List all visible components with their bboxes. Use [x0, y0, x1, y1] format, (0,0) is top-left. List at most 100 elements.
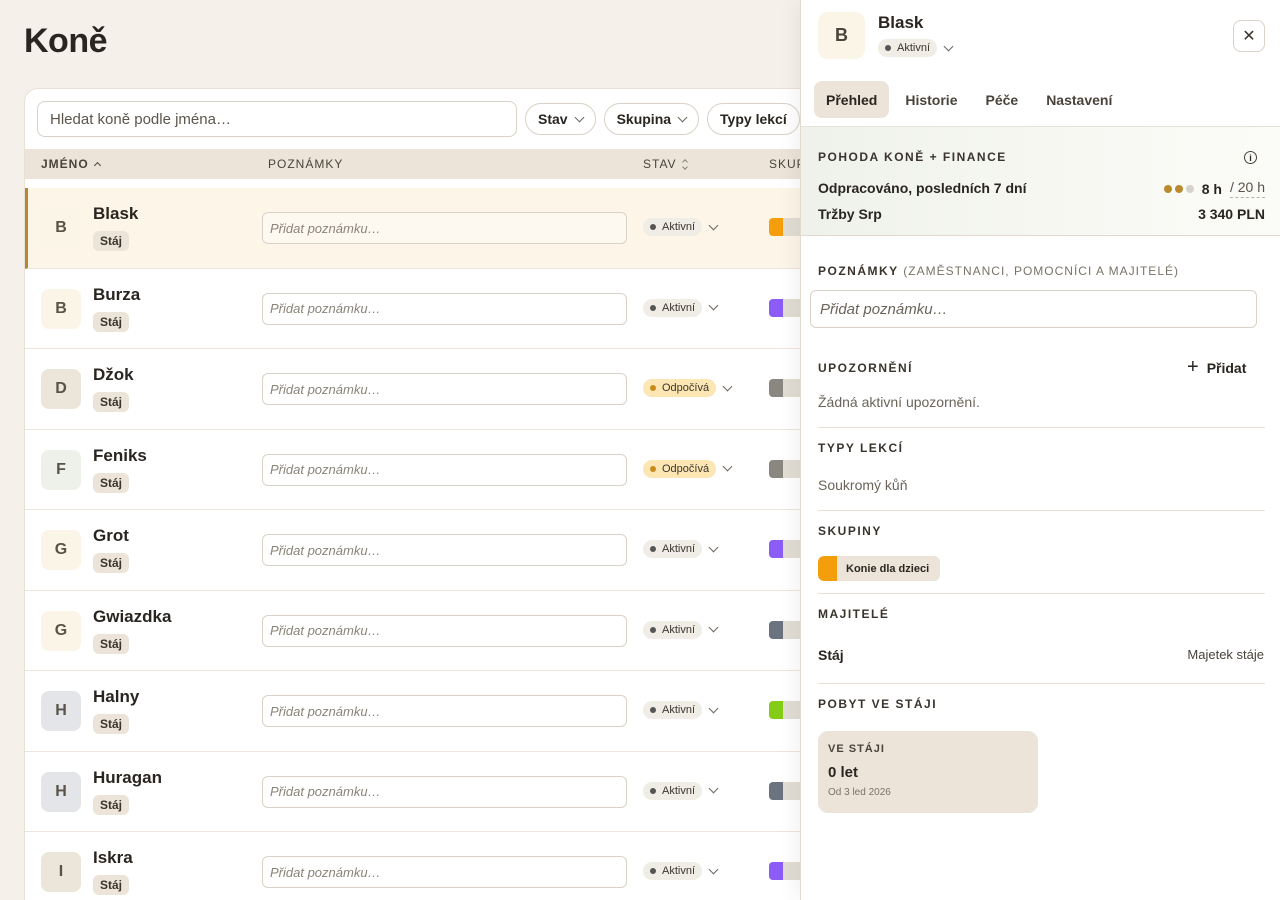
status-label: Aktivní [662, 784, 696, 797]
stable-tag: Stáj [93, 311, 130, 332]
stable-tag: Stáj [93, 794, 130, 815]
status-dropdown[interactable]: Aktivní [878, 39, 954, 57]
column-header-name[interactable]: JMÉNO [41, 157, 101, 171]
stable-tag: Stáj [93, 231, 130, 251]
status-dot-icon [650, 224, 656, 230]
tab-settings[interactable]: Nastavení [1034, 81, 1124, 118]
close-button[interactable]: ✕ [1233, 20, 1265, 52]
status-dropdown[interactable]: Aktivní [643, 701, 719, 719]
toolbar: Stav Skupina Typy lekcí [37, 101, 800, 137]
finance-section: POHODA KONĚ + FINANCE i Odpracováno, pos… [801, 126, 1280, 236]
note-input[interactable] [262, 453, 627, 486]
status-dot-icon [650, 304, 656, 311]
note-input[interactable] [262, 212, 627, 244]
note-input[interactable] [262, 373, 627, 405]
status-badge: Aktivní [643, 218, 703, 236]
chevron-down-icon [677, 112, 688, 122]
group-color-swatch [769, 218, 783, 236]
status-label: Odpočívá [662, 382, 710, 394]
worked-hours: 8 h [1201, 180, 1222, 197]
column-header-label: JMÉNO [41, 157, 89, 171]
tab-history[interactable]: Historie [893, 81, 969, 118]
note-input[interactable] [262, 614, 627, 647]
status-dropdown[interactable]: Aktivní [643, 620, 719, 639]
filter-status-button[interactable]: Stav [525, 103, 596, 135]
status-label: Aktivní [662, 543, 696, 555]
group-chip[interactable]: Konie dla dzieci [818, 556, 941, 581]
lesson-type-value: Soukromý kůň [818, 477, 908, 493]
status-label: Odpočívá [662, 462, 710, 475]
search-input[interactable] [37, 101, 517, 137]
worked-value: 8 h / 20 h [1163, 179, 1265, 198]
stable-tag: Stáj [93, 633, 130, 654]
status-dropdown[interactable]: Odpočívá [643, 379, 733, 397]
status-badge: Aktivní [643, 701, 703, 719]
note-input[interactable] [262, 534, 627, 566]
tab-care[interactable]: Péče [973, 81, 1030, 118]
status-dot-icon [650, 385, 656, 391]
chevron-down-icon [708, 300, 719, 311]
status-badge: Aktivní [643, 298, 703, 317]
workload-dots-icon [1163, 184, 1194, 193]
worked-label: Odpracováno, posledních 7 dní [818, 180, 1027, 196]
chevron-down-icon [722, 381, 733, 391]
owner-name: Stáj [818, 647, 844, 663]
group-color-swatch [818, 556, 837, 581]
filter-lesson-types-button[interactable]: Typy lekcí [707, 103, 800, 135]
note-input[interactable] [262, 695, 627, 727]
avatar: H [41, 691, 81, 731]
avatar: B [41, 208, 81, 248]
status-label: Aktivní [662, 301, 696, 314]
filter-group-button[interactable]: Skupina [603, 103, 700, 135]
status-badge: Odpočívá [643, 379, 717, 397]
avatar: F [41, 449, 81, 490]
status-badge: Aktivní [878, 39, 938, 57]
status-dropdown[interactable]: Aktivní [643, 781, 719, 800]
status-dropdown[interactable]: Odpočívá [643, 459, 733, 478]
add-alert-button[interactable]: + Přidat [1187, 357, 1247, 377]
note-input[interactable] [262, 856, 627, 888]
note-input[interactable] [262, 775, 627, 808]
column-header-label: POZNÁMKY [268, 157, 344, 171]
group-color-swatch [769, 781, 783, 800]
status-dot-icon [885, 45, 891, 51]
horse-name: Gwiazdka [93, 606, 172, 626]
notes-section-title: POZNÁMKY (ZAMĚSTNANCI, POMOCNÍCI A MAJIT… [818, 264, 1179, 278]
stay-duration: 0 let [828, 764, 859, 781]
stay-since: Od 3 led 2026 [828, 787, 891, 798]
chevron-down-icon [574, 112, 585, 122]
avatar: H [41, 771, 81, 812]
groups-section-title: SKUPINY [818, 524, 882, 538]
close-icon: ✕ [1242, 28, 1256, 45]
status-label: Aktivní [662, 623, 696, 636]
status-dropdown[interactable]: Aktivní [643, 540, 719, 558]
status-dropdown[interactable]: Aktivní [643, 218, 719, 236]
panel-tabs: Přehled Historie Péče Nastavení [814, 81, 1124, 118]
column-header-status[interactable]: STAV [643, 157, 688, 171]
filter-label: Typy lekcí [720, 111, 787, 127]
sales-value: 3 340 PLN [1198, 206, 1265, 222]
worked-limit[interactable]: / 20 h [1229, 179, 1265, 198]
info-icon[interactable]: i [1244, 151, 1257, 164]
stay-card-label: VE STÁJI [828, 743, 885, 755]
avatar: G [41, 610, 81, 651]
stable-tag: Stáj [93, 472, 130, 493]
section-title: POZNÁMKY [818, 264, 899, 278]
tab-overview[interactable]: Přehled [814, 81, 890, 118]
note-input[interactable] [262, 292, 627, 325]
status-badge: Aktivní [643, 862, 703, 880]
status-dropdown[interactable]: Aktivní [643, 298, 719, 317]
chevron-down-icon [708, 622, 719, 633]
status-dot-icon [650, 868, 656, 874]
status-dropdown[interactable]: Aktivní [643, 862, 719, 880]
sales-label: Tržby Srp [818, 206, 882, 222]
group-color-swatch [769, 701, 783, 719]
status-badge: Aktivní [643, 781, 703, 800]
status-badge: Odpočívá [643, 459, 717, 478]
status-label: Aktivní [662, 704, 696, 716]
add-label: Přidat [1206, 360, 1247, 376]
note-input[interactable] [810, 290, 1257, 328]
stable-tag: Stáj [93, 392, 130, 412]
horse-name: Džok [93, 365, 134, 384]
group-color-swatch [769, 379, 783, 397]
